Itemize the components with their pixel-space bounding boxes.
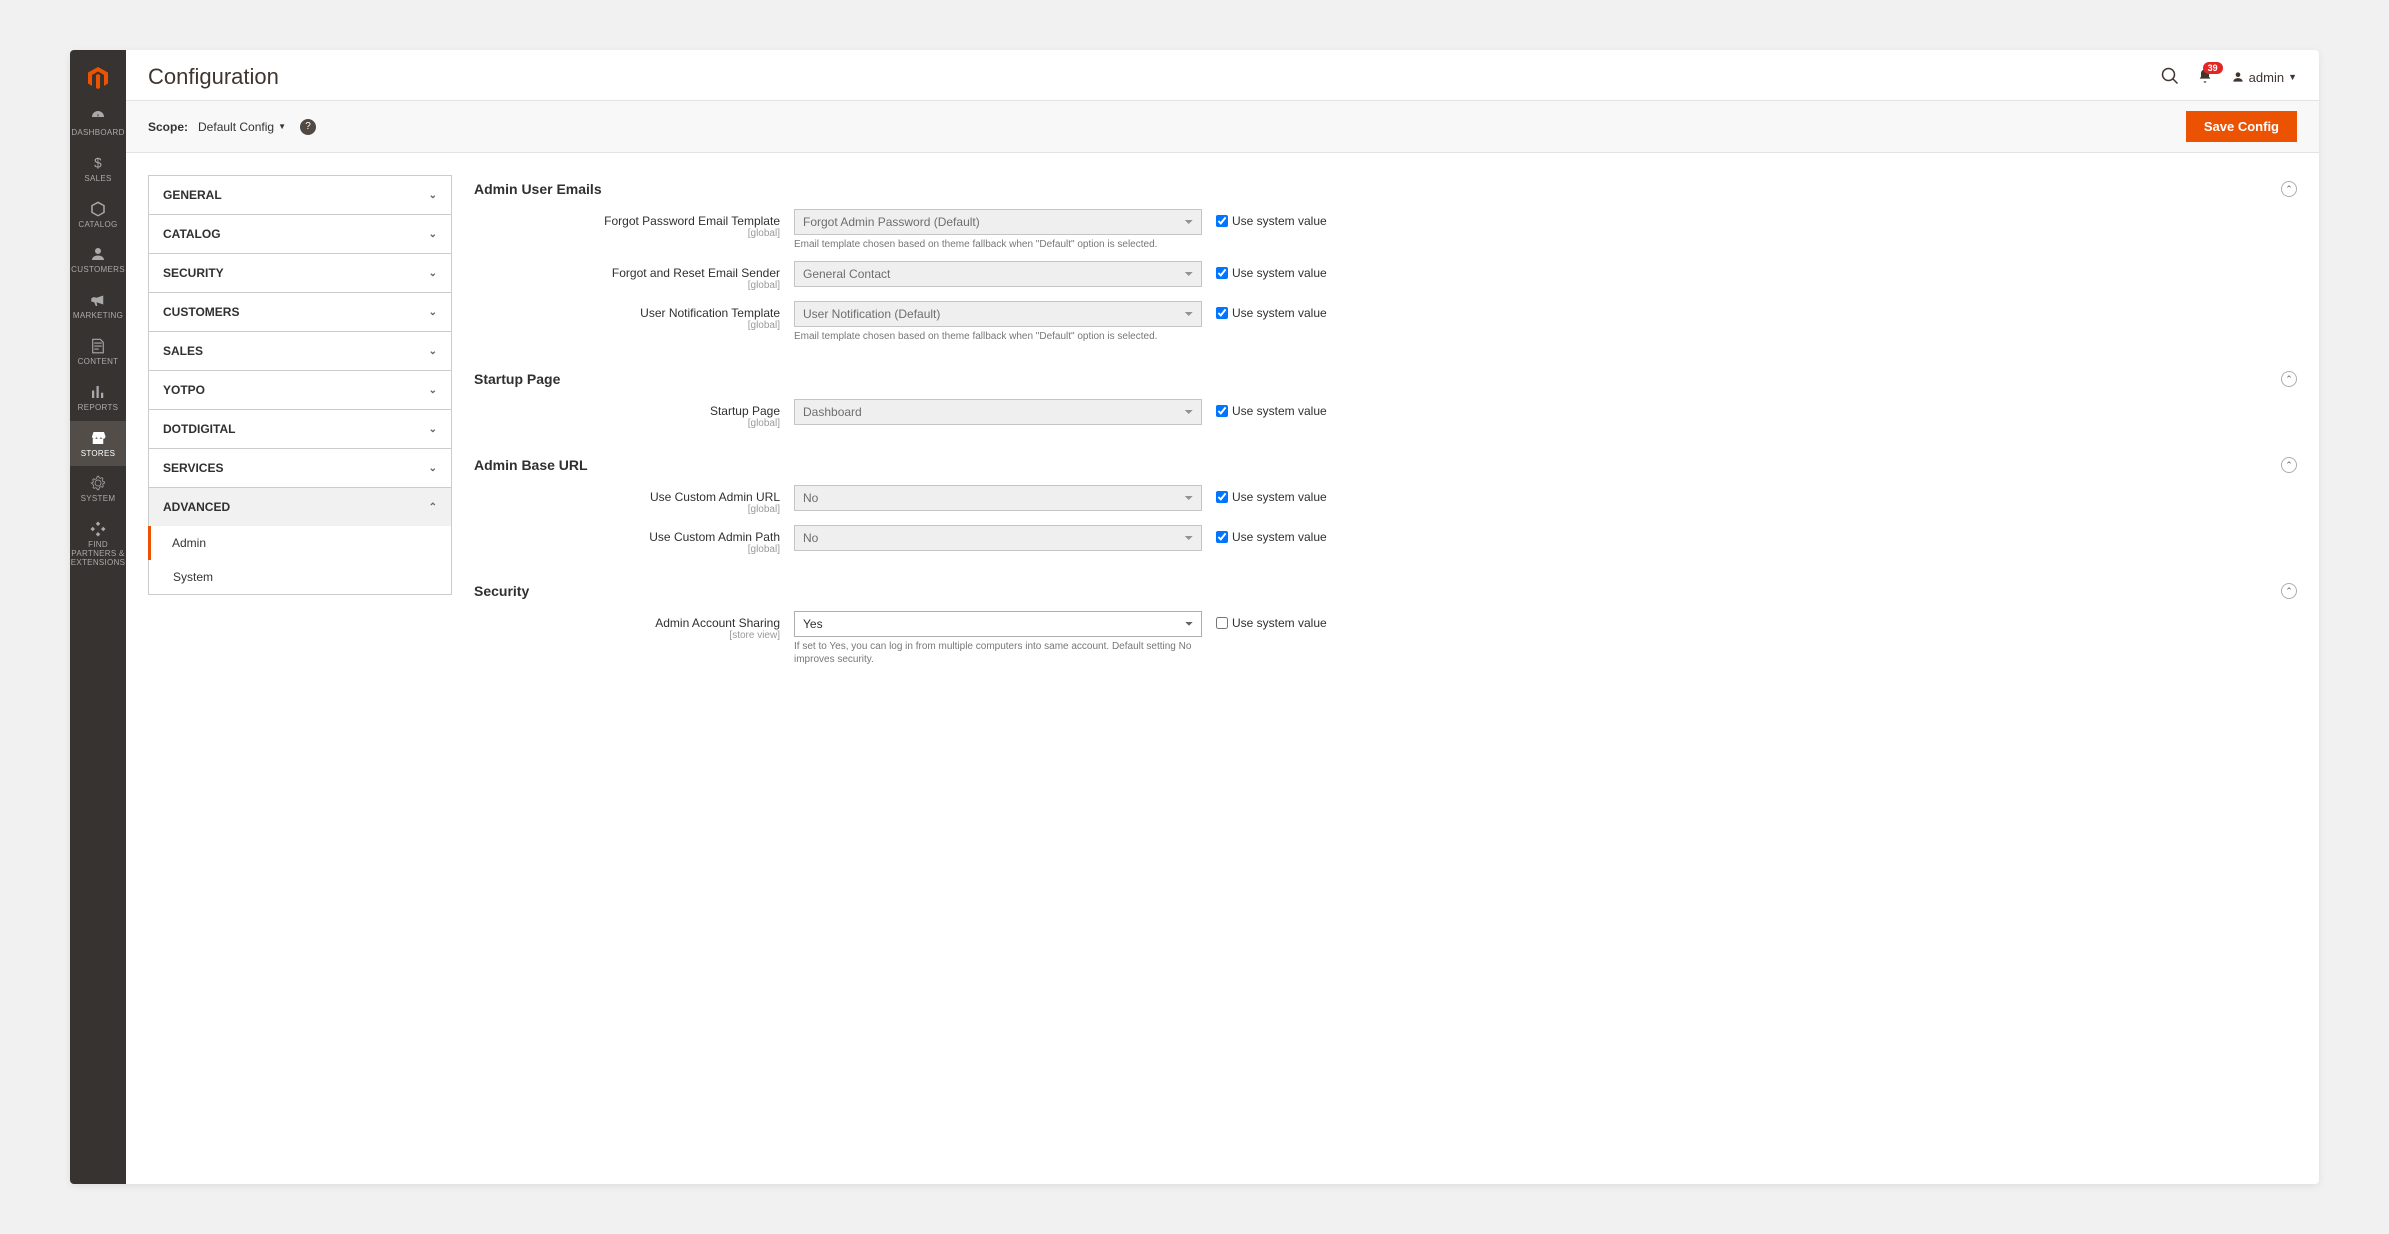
sidenav-system[interactable]: SYSTEM xyxy=(70,466,126,512)
subtab-admin[interactable]: Admin xyxy=(148,526,452,560)
chevron-down-icon: ⌄ xyxy=(429,307,437,318)
collapse-icon: ⌃ xyxy=(2281,457,2297,473)
tab-customers[interactable]: CUSTOMERS⌄ xyxy=(148,292,452,331)
tab-dotdigital[interactable]: DOTDIGITAL⌄ xyxy=(148,409,452,448)
tab-general[interactable]: GENERAL⌄ xyxy=(148,175,452,214)
tab-advanced[interactable]: ADVANCED⌃ xyxy=(148,487,452,526)
page-title: Configuration xyxy=(148,64,2161,90)
sidenav-catalog[interactable]: CATALOG xyxy=(70,192,126,238)
sidenav-partners[interactable]: FIND PARTNERS & EXTENSIONS xyxy=(70,512,126,575)
tab-security[interactable]: SECURITY⌄ xyxy=(148,253,452,292)
megaphone-icon xyxy=(89,291,107,309)
select-forgot-template[interactable]: Forgot Admin Password (Default) xyxy=(794,209,1202,235)
section-security: Security ⌃ Admin Account Sharing[store v… xyxy=(474,577,2297,666)
store-icon xyxy=(89,429,107,447)
chevron-down-icon: ⌄ xyxy=(429,190,437,201)
label-user-notif: User Notification Template xyxy=(640,306,780,320)
select-startup-page[interactable]: Dashboard xyxy=(794,399,1202,425)
dashboard-icon xyxy=(89,108,107,126)
label-custom-path: Use Custom Admin Path xyxy=(649,530,780,544)
chevron-up-icon: ⌃ xyxy=(429,502,437,513)
sidenav-dashboard[interactable]: DASHBOARD xyxy=(70,100,126,146)
select-custom-url[interactable]: No xyxy=(794,485,1202,511)
sidenav-marketing[interactable]: MARKETING xyxy=(70,283,126,329)
magento-logo-icon xyxy=(86,66,110,90)
section-header-baseurl[interactable]: Admin Base URL ⌃ xyxy=(474,451,2297,485)
label-account-sharing: Admin Account Sharing xyxy=(655,616,780,630)
scope-label: Scope: xyxy=(148,120,188,134)
tab-sales[interactable]: SALES⌄ xyxy=(148,331,452,370)
sidenav-content[interactable]: CONTENT xyxy=(70,329,126,375)
gear-icon xyxy=(89,474,107,492)
admin-sidenav: DASHBOARD $SALES CATALOG CUSTOMERS MARKE… xyxy=(70,50,126,1184)
person-icon xyxy=(89,245,107,263)
checkbox-sys-forgot-template[interactable] xyxy=(1216,215,1228,227)
section-header-emails[interactable]: Admin User Emails ⌃ xyxy=(474,175,2297,209)
search-button[interactable] xyxy=(2161,67,2179,88)
note-user-notif: Email template chosen based on theme fal… xyxy=(794,330,1202,343)
collapse-icon: ⌃ xyxy=(2281,583,2297,599)
select-user-notif[interactable]: User Notification (Default) xyxy=(794,301,1202,327)
svg-text:$: $ xyxy=(94,155,102,170)
partners-icon xyxy=(89,520,107,538)
sidenav-customers[interactable]: CUSTOMERS xyxy=(70,237,126,283)
select-account-sharing[interactable]: Yes xyxy=(794,611,1202,637)
sidenav-sales[interactable]: $SALES xyxy=(70,146,126,192)
checkbox-sys-account-sharing[interactable] xyxy=(1216,617,1228,629)
tab-services[interactable]: SERVICES⌄ xyxy=(148,448,452,487)
select-reset-sender[interactable]: General Contact xyxy=(794,261,1202,287)
dollar-icon: $ xyxy=(89,154,107,172)
section-header-security[interactable]: Security ⌃ xyxy=(474,577,2297,611)
chevron-down-icon: ⌄ xyxy=(429,346,437,357)
collapse-icon: ⌃ xyxy=(2281,371,2297,387)
save-config-button[interactable]: Save Config xyxy=(2186,111,2297,142)
chevron-down-icon: ⌄ xyxy=(429,424,437,435)
chevron-down-icon: ⌄ xyxy=(429,268,437,279)
label-custom-url: Use Custom Admin URL xyxy=(650,490,780,504)
checkbox-sys-startup-page[interactable] xyxy=(1216,405,1228,417)
scope-bar: Scope: Default Config▼ ? Save Config xyxy=(126,101,2319,153)
config-form: Admin User Emails ⌃ Forgot Password Emai… xyxy=(474,175,2297,1162)
page-header: Configuration 39 admin▼ xyxy=(126,50,2319,101)
select-custom-path[interactable]: No xyxy=(794,525,1202,551)
box-icon xyxy=(89,200,107,218)
notifications-button[interactable]: 39 xyxy=(2197,68,2213,87)
chevron-down-icon: ⌄ xyxy=(429,229,437,240)
page-icon xyxy=(89,337,107,355)
section-admin-user-emails: Admin User Emails ⌃ Forgot Password Emai… xyxy=(474,175,2297,343)
admin-user-menu[interactable]: admin▼ xyxy=(2231,70,2297,85)
collapse-icon: ⌃ xyxy=(2281,181,2297,197)
note-account-sharing: If set to Yes, you can log in from multi… xyxy=(794,640,1202,666)
scope-selector[interactable]: Default Config▼ xyxy=(198,120,286,134)
checkbox-sys-custom-path[interactable] xyxy=(1216,531,1228,543)
chevron-down-icon: ▼ xyxy=(278,122,286,131)
notification-badge: 39 xyxy=(2203,62,2223,74)
note-forgot-template: Email template chosen based on theme fal… xyxy=(794,238,1202,251)
sidenav-reports[interactable]: REPORTS xyxy=(70,375,126,421)
chevron-down-icon: ▼ xyxy=(2288,72,2297,82)
tab-yotpo[interactable]: YOTPO⌄ xyxy=(148,370,452,409)
checkbox-sys-user-notif[interactable] xyxy=(1216,307,1228,319)
section-header-startup[interactable]: Startup Page ⌃ xyxy=(474,365,2297,399)
search-icon xyxy=(2161,67,2179,85)
chevron-down-icon: ⌄ xyxy=(429,463,437,474)
user-icon xyxy=(2231,70,2245,84)
section-startup-page: Startup Page ⌃ Startup Page[global] Dash… xyxy=(474,365,2297,429)
label-reset-sender: Forgot and Reset Email Sender xyxy=(612,266,780,280)
tab-catalog[interactable]: CATALOG⌄ xyxy=(148,214,452,253)
checkbox-sys-custom-url[interactable] xyxy=(1216,491,1228,503)
sidenav-stores[interactable]: STORES xyxy=(70,421,126,467)
label-startup-page: Startup Page xyxy=(710,404,780,418)
question-icon: ? xyxy=(305,121,311,132)
chevron-down-icon: ⌄ xyxy=(429,385,437,396)
checkbox-sys-reset-sender[interactable] xyxy=(1216,267,1228,279)
scope-help-button[interactable]: ? xyxy=(300,119,316,135)
subtab-system[interactable]: System xyxy=(148,560,452,595)
config-tabs-sidebar: GENERAL⌄ CATALOG⌄ SECURITY⌄ CUSTOMERS⌄ S… xyxy=(148,175,452,1162)
section-admin-base-url: Admin Base URL ⌃ Use Custom Admin URL[gl… xyxy=(474,451,2297,555)
barchart-icon xyxy=(89,383,107,401)
label-forgot-template: Forgot Password Email Template xyxy=(604,214,780,228)
